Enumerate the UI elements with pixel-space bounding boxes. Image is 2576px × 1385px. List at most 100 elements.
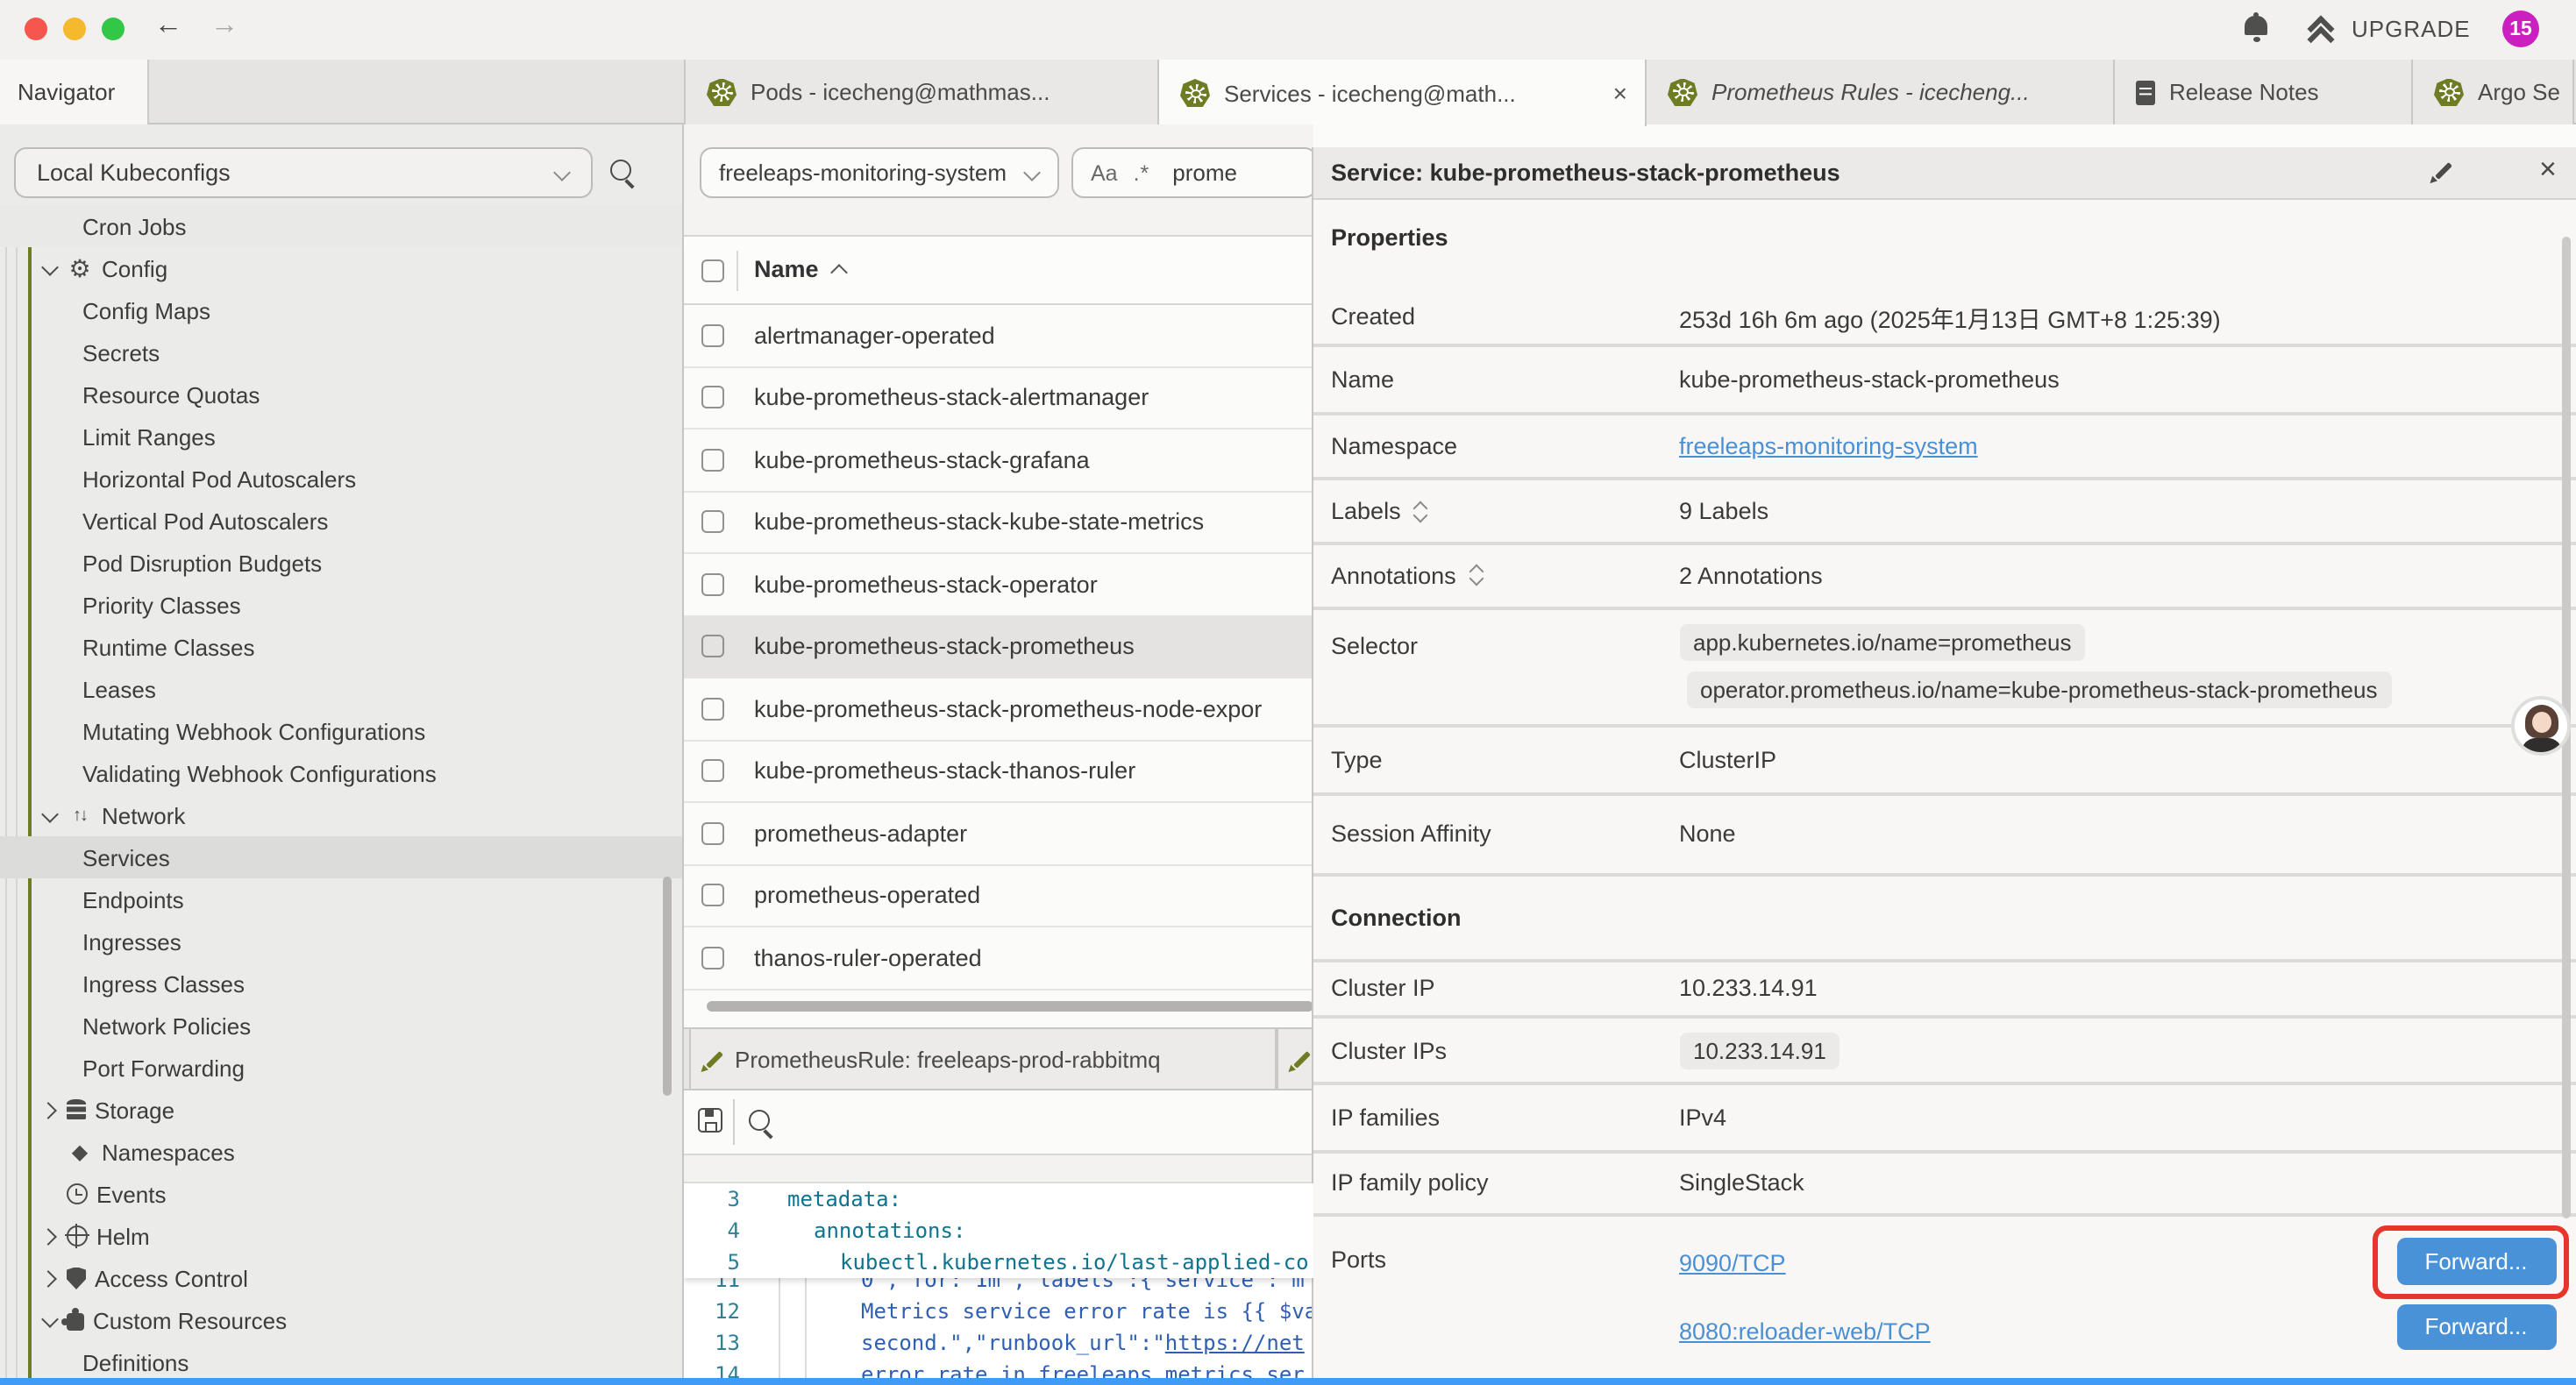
sidebar-item[interactable]: Access Control: [0, 1257, 684, 1299]
table-row[interactable]: kube-prometheus-stack-kube-state-metrics: [684, 492, 1313, 554]
table-row[interactable]: kube-prometheus-stack-grafana: [684, 430, 1313, 492]
row-checkbox[interactable]: [701, 698, 724, 721]
editor-tab[interactable]: [1277, 1029, 1313, 1089]
sidebar-item[interactable]: Ingress Classes: [0, 962, 684, 1005]
namespace-link[interactable]: freeleaps-monitoring-system: [1679, 433, 1978, 459]
sidebar-item[interactable]: Cron Jobs: [0, 205, 684, 247]
app-tab[interactable]: Services - icecheng@math... ×: [1159, 60, 1647, 126]
kubeconfig-select[interactable]: Local Kubeconfigs: [14, 147, 593, 198]
table-row[interactable]: thanos-ruler-operated: [684, 927, 1313, 990]
app-tab[interactable]: Argo Se: [2413, 60, 2574, 124]
sidebar-item[interactable]: Secrets: [0, 331, 684, 373]
row-checkbox[interactable]: [701, 884, 724, 907]
table-row[interactable]: kube-prometheus-stack-thanos-ruler: [684, 741, 1313, 803]
notification-count-badge[interactable]: 15: [2502, 11, 2539, 47]
upgrade-chevrons-icon[interactable]: [2308, 16, 2336, 44]
row-checkbox[interactable]: [701, 760, 724, 783]
labels-count[interactable]: 9 Labels: [1679, 498, 1768, 524]
chevron-icon[interactable]: [42, 1228, 58, 1244]
sidebar-item[interactable]: Services: [0, 836, 684, 878]
sidebar-item[interactable]: Port Forwarding: [0, 1047, 684, 1089]
maximize-window-button[interactable]: [102, 18, 125, 40]
chevron-icon[interactable]: [42, 1102, 58, 1118]
match-case-toggle[interactable]: Aa: [1091, 160, 1118, 185]
sidebar-item[interactable]: Config: [0, 247, 684, 289]
sidebar-item[interactable]: Mutating Webhook Configurations: [0, 710, 684, 752]
expander-icon[interactable]: [1469, 565, 1484, 587]
sidebar-item[interactable]: Custom Resources: [0, 1299, 684, 1341]
sidebar-item[interactable]: Namespaces: [0, 1131, 684, 1173]
namespace-select[interactable]: freeleaps-monitoring-system: [700, 147, 1059, 198]
close-icon[interactable]: ×: [2539, 153, 2557, 188]
navigator-tab[interactable]: Navigator: [0, 60, 149, 124]
close-icon[interactable]: ×: [1613, 79, 1627, 107]
sidebar-item[interactable]: Resource Quotas: [0, 373, 684, 416]
sidebar-item[interactable]: Priority Classes: [0, 584, 684, 626]
edit-icon[interactable]: [2435, 162, 2452, 180]
sidebar-item[interactable]: Validating Webhook Configurations: [0, 752, 684, 794]
table-filter-input[interactable]: Aa .* prome: [1071, 147, 1313, 198]
minimize-window-button[interactable]: [63, 18, 86, 40]
annotations-count[interactable]: 2 Annotations: [1679, 563, 1823, 589]
row-checkbox[interactable]: [701, 324, 724, 347]
forward-button[interactable]: Forward...: [2396, 1303, 2556, 1350]
table-row[interactable]: kube-prometheus-stack-prometheus: [684, 616, 1313, 678]
table-row[interactable]: kube-prometheus-stack-operator: [684, 554, 1313, 616]
table-row[interactable]: prometheus-adapter: [684, 803, 1313, 865]
select-all-checkbox[interactable]: [701, 259, 724, 282]
sidebar-item[interactable]: Endpoints: [0, 878, 684, 920]
chevron-icon[interactable]: [42, 1270, 58, 1286]
sidebar-item[interactable]: Helm: [0, 1215, 684, 1257]
save-icon[interactable]: [698, 1108, 722, 1133]
chevron-icon[interactable]: [42, 260, 58, 276]
search-icon[interactable]: [610, 160, 631, 181]
row-checkbox[interactable]: [701, 573, 724, 596]
table-row[interactable]: kube-prometheus-stack-prometheus-node-ex…: [684, 678, 1313, 741]
forward-arrow-icon[interactable]: →: [210, 11, 238, 42]
notifications-bell-icon[interactable]: [2245, 16, 2267, 35]
editor-tab[interactable]: PrometheusRule: freeleaps-prod-rabbitmq: [689, 1029, 1277, 1089]
app-tab[interactable]: Release Notes: [2115, 60, 2413, 124]
chevron-icon[interactable]: [42, 807, 58, 823]
sidebar-item[interactable]: Horizontal Pod Autoscalers: [0, 458, 684, 500]
row-checkbox[interactable]: [701, 387, 724, 409]
expander-icon[interactable]: [1413, 500, 1429, 522]
sidebar-item[interactable]: Leases: [0, 668, 684, 710]
port-link[interactable]: 8080:reloader-web/TCP: [1679, 1318, 1931, 1344]
sidebar-item[interactable]: Events: [0, 1173, 684, 1215]
editor-search-icon[interactable]: [749, 1110, 770, 1131]
sidebar-item[interactable]: Definitions: [0, 1341, 684, 1378]
row-checkbox[interactable]: [701, 947, 724, 970]
runbook-url-link[interactable]: https://net: [1165, 1331, 1305, 1355]
sort-ascending-icon[interactable]: [830, 264, 848, 281]
chevron-icon[interactable]: [42, 1312, 58, 1328]
sidebar-item[interactable]: Pod Disruption Budgets: [0, 542, 684, 584]
upgrade-button[interactable]: UPGRADE: [2352, 16, 2471, 42]
horizontal-scrollbar[interactable]: [707, 1001, 1313, 1011]
sidebar-item[interactable]: Ingresses: [0, 920, 684, 962]
sidebar-scrollbar[interactable]: [663, 877, 671, 1096]
name-column-header[interactable]: Name: [754, 256, 819, 282]
regex-toggle[interactable]: .*: [1134, 160, 1150, 185]
table-row[interactable]: alertmanager-operated: [684, 305, 1313, 367]
back-arrow-icon[interactable]: ←: [154, 11, 182, 42]
yaml-editor[interactable]: 11 0", for: 1m , labels :{ service : m 1…: [684, 1183, 1313, 1378]
row-checkbox[interactable]: [701, 822, 724, 845]
avatar[interactable]: [2511, 696, 2571, 756]
sidebar-item[interactable]: Storage: [0, 1089, 684, 1131]
row-checkbox[interactable]: [701, 511, 724, 534]
row-checkbox[interactable]: [701, 449, 724, 472]
port-link[interactable]: 9090/TCP: [1679, 1249, 1931, 1275]
sidebar-item[interactable]: Vertical Pod Autoscalers: [0, 500, 684, 542]
close-window-button[interactable]: [25, 18, 47, 40]
sidebar-item[interactable]: Network Policies: [0, 1005, 684, 1047]
sidebar-item[interactable]: Config Maps: [0, 289, 684, 331]
table-row[interactable]: prometheus-operated: [684, 865, 1313, 927]
table-row[interactable]: kube-prometheus-stack-alertmanager: [684, 367, 1313, 430]
app-tab[interactable]: Pods - icecheng@mathmas...: [684, 60, 1159, 124]
row-checkbox[interactable]: [701, 636, 724, 658]
sidebar-item[interactable]: Limit Ranges: [0, 416, 684, 458]
sidebar-item[interactable]: Runtime Classes: [0, 626, 684, 668]
sidebar-item[interactable]: Network: [0, 794, 684, 836]
app-tab[interactable]: Prometheus Rules - icecheng...: [1647, 60, 2115, 124]
